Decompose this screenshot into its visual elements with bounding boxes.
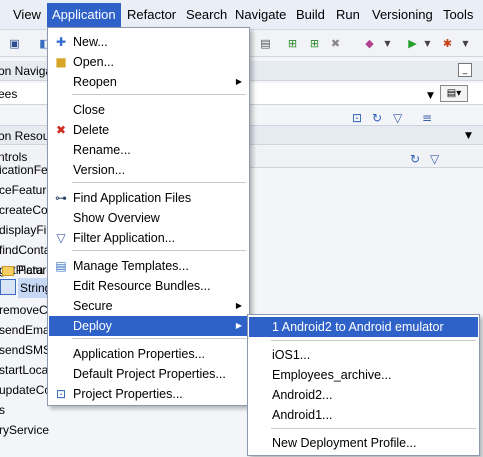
menu-item-find-application-files[interactable]: ⊶ Find Application Files bbox=[49, 188, 248, 208]
menu-item-version[interactable]: Version... bbox=[49, 160, 248, 180]
chevron-down-icon[interactable]: ▼ bbox=[420, 36, 435, 51]
chevron-down-icon[interactable]: ▼ bbox=[458, 36, 473, 51]
menu-separator bbox=[271, 428, 476, 429]
menu-item-project-properties[interactable]: ⊡ Project Properties... bbox=[49, 384, 248, 404]
deploy-item-new-deployment-profile[interactable]: New Deployment Profile... bbox=[249, 433, 478, 453]
menu-bar: View Application Refactor Search Navigat… bbox=[0, 0, 483, 30]
save-all-icon[interactable]: ▣ bbox=[7, 36, 22, 51]
menu-item-reopen[interactable]: Reopen ▶ bbox=[49, 72, 248, 92]
deploy-item-android2-emulator[interactable]: 1 Android2 to Android emulator bbox=[249, 317, 478, 337]
tree-item[interactable]: sendSMS bbox=[0, 340, 51, 360]
chevron-down-icon[interactable]: ▼ bbox=[427, 86, 434, 106]
menu-build[interactable]: Build bbox=[291, 3, 330, 27]
binary-icon[interactable]: ⊞ bbox=[285, 36, 300, 51]
folder-icon: ■ bbox=[55, 55, 67, 69]
new-icon: ✚ bbox=[55, 35, 67, 49]
menu-separator bbox=[72, 338, 246, 339]
deploy-item-employees-archive[interactable]: Employees_archive... bbox=[249, 365, 478, 385]
run-icon[interactable]: ▶ bbox=[405, 36, 420, 51]
tree-item[interactable]: findConta bbox=[0, 240, 50, 260]
menu-separator bbox=[271, 340, 476, 341]
folder-icon bbox=[2, 266, 14, 276]
tree-item[interactable]: startLoca bbox=[0, 360, 48, 380]
properties-icon: ⊡ bbox=[55, 387, 67, 401]
view-options-icon[interactable]: ▤▾ bbox=[440, 85, 468, 102]
clean-icon[interactable]: ✖ bbox=[328, 36, 343, 51]
menu-application[interactable]: Application bbox=[47, 3, 121, 27]
menu-run[interactable]: Run bbox=[331, 3, 365, 27]
deploy-item-android1[interactable]: Android1... bbox=[249, 405, 478, 425]
submenu-arrow-icon: ▶ bbox=[235, 77, 242, 86]
debug-icon[interactable]: ✱ bbox=[440, 36, 455, 51]
string-type-icon bbox=[0, 279, 16, 295]
tree-item[interactable]: createCo bbox=[0, 200, 48, 220]
binary2-icon[interactable]: ⊞ bbox=[307, 36, 322, 51]
tree-item[interactable]: updateCo bbox=[0, 380, 51, 400]
menu-separator bbox=[72, 182, 246, 183]
templates-icon: ▤ bbox=[55, 259, 67, 273]
application-dropdown-value: ees bbox=[0, 87, 18, 101]
filter-icon: ▽ bbox=[56, 231, 66, 245]
menu-view[interactable]: View bbox=[8, 3, 46, 27]
menu-item-secure[interactable]: Secure ▶ bbox=[49, 296, 248, 316]
binoculars-icon: ⊶ bbox=[55, 191, 67, 205]
menu-item-manage-templates[interactable]: ▤ Manage Templates... bbox=[49, 256, 248, 276]
application-menu: ✚ New... ■ Open... Reopen ▶ Close ✖ Dele… bbox=[47, 27, 250, 406]
deploy-submenu: 1 Android2 to Android emulator iOS1... E… bbox=[247, 314, 480, 456]
menu-item-application-properties[interactable]: Application Properties... bbox=[49, 344, 248, 364]
menu-navigate[interactable]: Navigate bbox=[230, 3, 291, 27]
menu-item-new[interactable]: ✚ New... bbox=[49, 32, 248, 52]
tree-item[interactable]: Para bbox=[18, 260, 43, 280]
chevron-down-icon[interactable]: ▼ bbox=[380, 36, 395, 51]
tree-item[interactable]: ryService bbox=[0, 420, 49, 440]
refresh-icon[interactable]: ↻ bbox=[410, 149, 420, 169]
menu-item-open[interactable]: ■ Open... bbox=[49, 52, 248, 72]
deploy-item-ios1[interactable]: iOS1... bbox=[249, 345, 478, 365]
menu-item-close[interactable]: Close bbox=[49, 100, 248, 120]
resources-title: on Resour bbox=[0, 129, 54, 143]
menu-item-default-project-properties[interactable]: Default Project Properties... bbox=[49, 364, 248, 384]
submenu-arrow-icon: ▶ bbox=[235, 301, 242, 310]
deploy-item-android2[interactable]: Android2... bbox=[249, 385, 478, 405]
menu-search[interactable]: Search bbox=[181, 3, 232, 27]
tree-item[interactable]: s bbox=[0, 400, 5, 420]
profile-icon[interactable]: ◆ bbox=[362, 36, 377, 51]
minimize-icon[interactable]: _ bbox=[458, 63, 472, 77]
menu-item-deploy[interactable]: Deploy ▶ bbox=[49, 316, 248, 336]
menu-item-filter-application[interactable]: ▽ Filter Application... bbox=[49, 228, 248, 248]
tree-item[interactable]: ceFeature bbox=[0, 180, 53, 200]
delete-icon: ✖ bbox=[55, 123, 67, 137]
menu-item-delete[interactable]: ✖ Delete bbox=[49, 120, 248, 140]
menu-item-rename[interactable]: Rename... bbox=[49, 140, 248, 160]
menu-item-show-overview[interactable]: Show Overview bbox=[49, 208, 248, 228]
filter-icon[interactable]: ▽ bbox=[430, 149, 439, 169]
submenu-arrow-icon: ▶ bbox=[235, 321, 242, 330]
menu-separator bbox=[72, 94, 246, 95]
menu-tools[interactable]: Tools bbox=[438, 3, 478, 27]
deploy-icon[interactable]: ▤ bbox=[258, 36, 273, 51]
chevron-down-icon[interactable]: ▼ bbox=[465, 126, 472, 146]
menu-item-edit-resource-bundles[interactable]: Edit Resource Bundles... bbox=[49, 276, 248, 296]
menu-separator bbox=[72, 250, 246, 251]
menu-versioning[interactable]: Versioning bbox=[367, 3, 438, 27]
menu-refactor[interactable]: Refactor bbox=[122, 3, 181, 27]
